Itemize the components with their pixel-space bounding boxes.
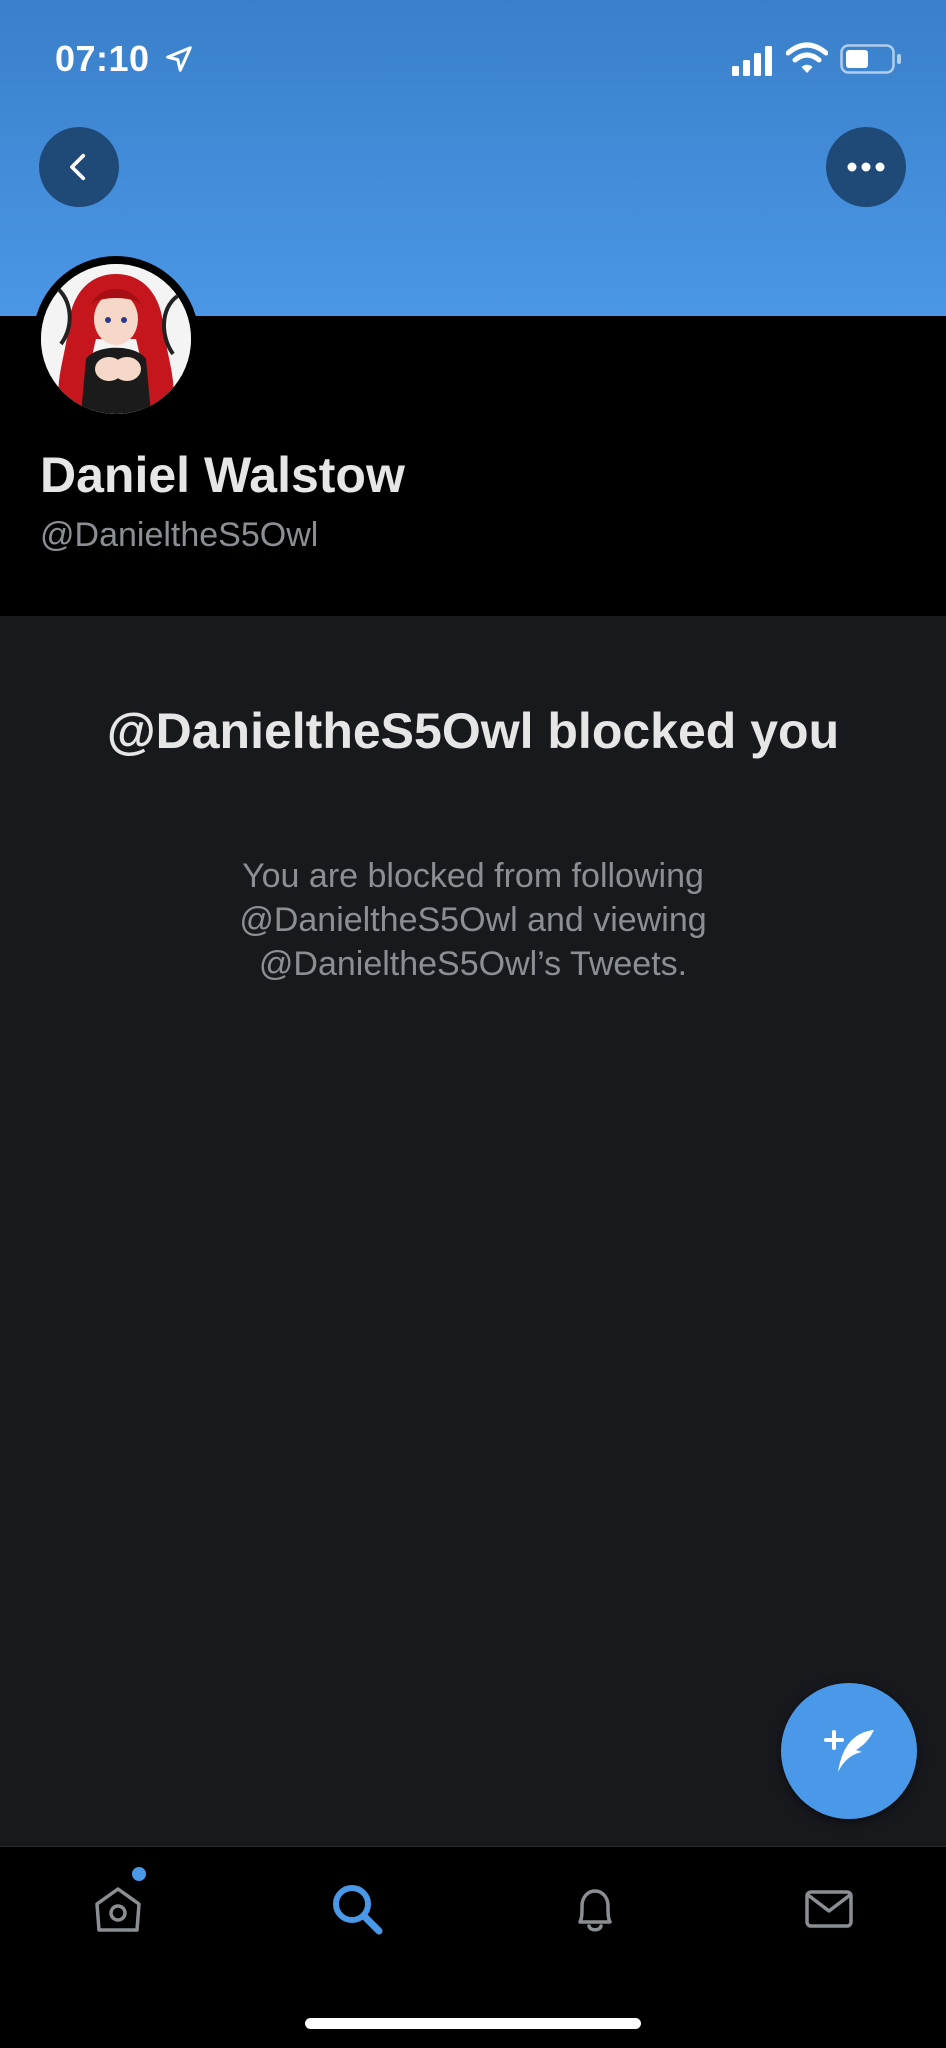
wifi-icon	[786, 42, 828, 73]
bell-icon	[578, 1889, 612, 1932]
location-arrow-icon	[166, 46, 192, 72]
blocked-content-area: @DanieltheS5Owl blocked you You are bloc…	[0, 616, 946, 1846]
home-icon	[95, 1887, 141, 1932]
envelope-icon	[805, 1890, 853, 1928]
avatar[interactable]	[33, 256, 199, 422]
tab-home[interactable]	[88, 1879, 148, 1939]
compose-tweet-button[interactable]	[781, 1683, 917, 1819]
more-options-button[interactable]	[826, 127, 906, 207]
signal-icon	[732, 46, 772, 76]
tab-notifications[interactable]	[565, 1879, 625, 1939]
battery-icon	[840, 44, 901, 74]
status-bar: 07:10	[0, 0, 946, 120]
status-time: 07:10	[55, 38, 150, 79]
blocked-description: You are blocked from following @Danielth…	[239, 857, 707, 983]
tab-search[interactable]	[327, 1879, 387, 1939]
tab-messages[interactable]	[799, 1879, 859, 1939]
profile-display-name: Daniel Walstow	[40, 447, 405, 503]
profile-handle: @DanieltheS5Owl	[40, 516, 319, 554]
search-icon	[333, 1885, 383, 1935]
home-indicator[interactable]	[305, 2018, 641, 2029]
ellipsis-icon	[847, 162, 885, 172]
home-notification-dot	[132, 1867, 146, 1881]
back-button[interactable]	[39, 127, 119, 207]
blocked-title: @DanieltheS5Owl blocked you	[106, 703, 840, 759]
avatar-image	[41, 264, 191, 414]
chevron-left-icon	[70, 153, 86, 181]
compose-tweet-icon	[824, 1730, 874, 1772]
